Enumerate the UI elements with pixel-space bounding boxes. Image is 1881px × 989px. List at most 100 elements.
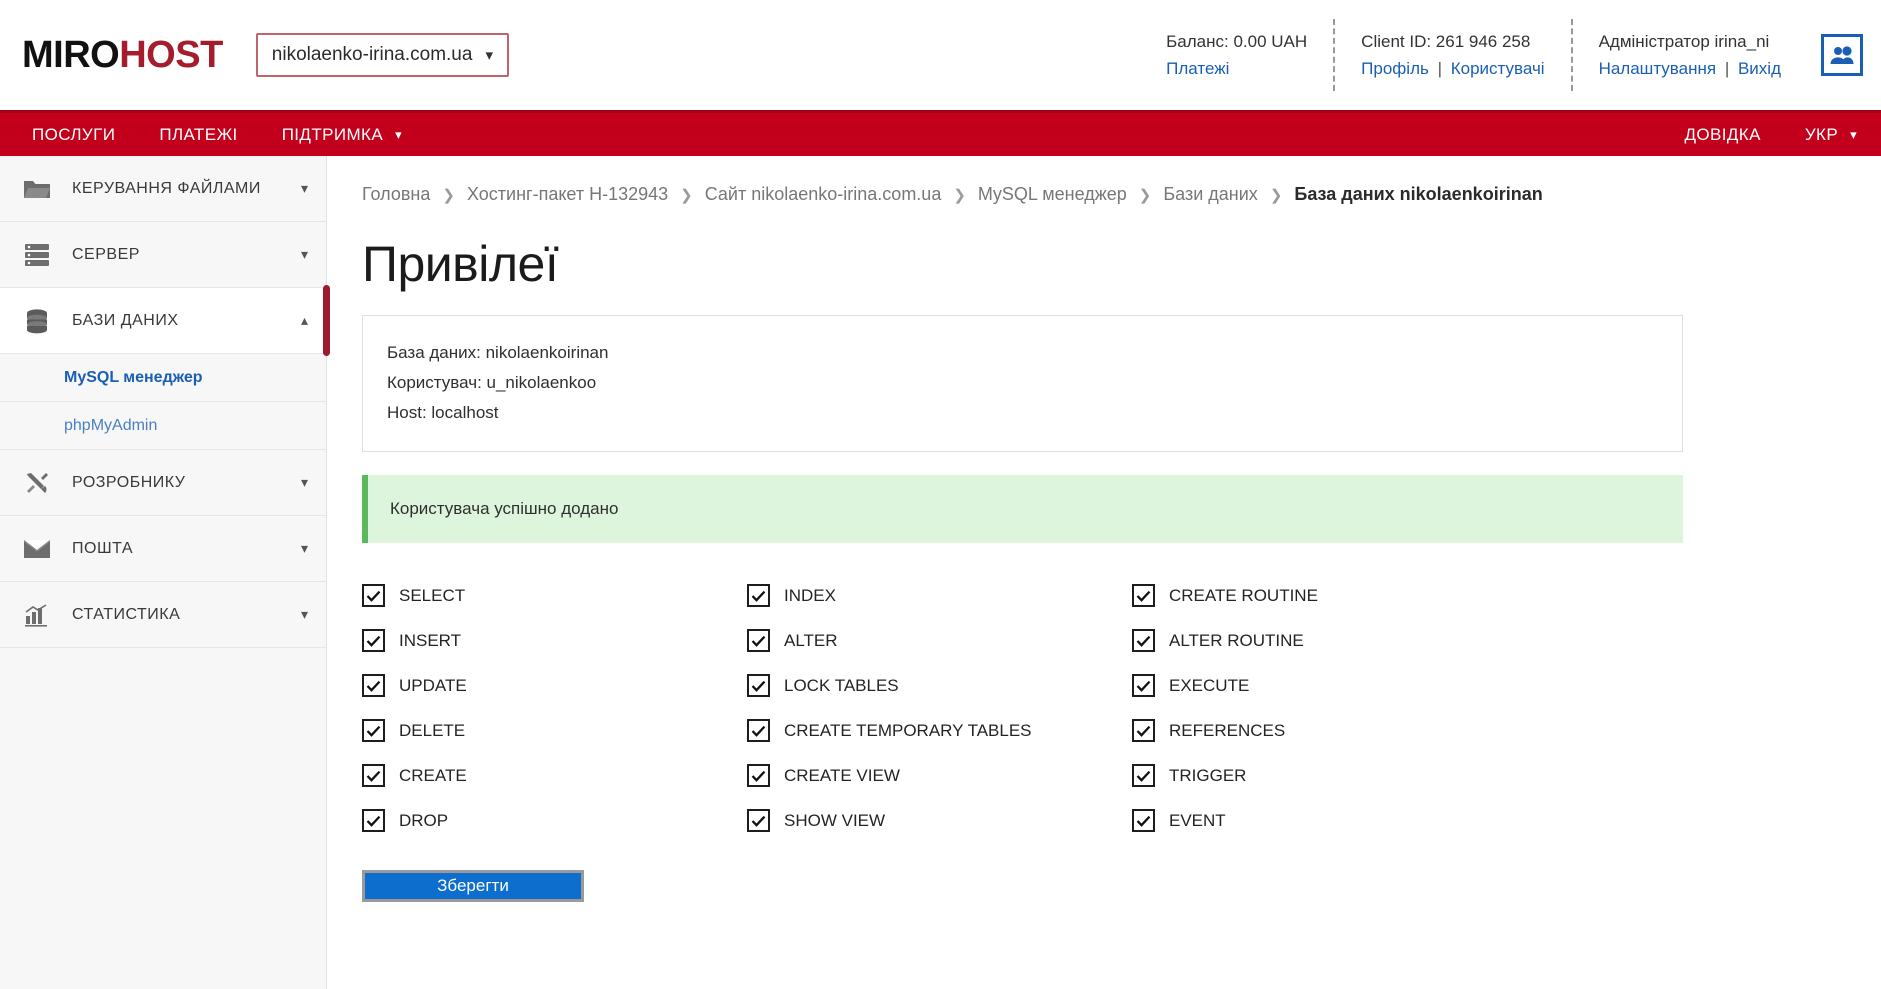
checkbox-checked-icon[interactable] [747, 629, 770, 653]
privilege-label: ALTER ROUTINE [1169, 630, 1304, 650]
nav-item-label: ДОВІДКА [1684, 124, 1761, 144]
profile-link[interactable]: Профіль [1361, 59, 1429, 78]
privilege-label: TRIGGER [1169, 765, 1247, 785]
tools-icon [22, 468, 52, 498]
domain-selector-value: nikolaenko-irina.com.ua [271, 44, 473, 65]
nav-item-services[interactable]: ПОСЛУГИ [10, 113, 137, 156]
sidebar-item-server[interactable]: СЕРВЕР ▾ [0, 222, 326, 288]
checkbox-checked-icon[interactable] [362, 584, 385, 608]
nav-item-help[interactable]: ДОВІДКА [1662, 113, 1782, 156]
checkbox-checked-icon[interactable] [362, 674, 385, 698]
chevron-down-icon: ▾ [300, 540, 308, 556]
sidebar-subitem-phpmyadmin[interactable]: phpMyAdmin [0, 402, 326, 450]
privilege-label: REFERENCES [1169, 720, 1286, 740]
checkbox-checked-icon[interactable] [1132, 764, 1155, 788]
privilege-show-view[interactable]: SHOW VIEW [747, 798, 1132, 843]
nav-item-language[interactable]: УКР ▾ [1783, 113, 1881, 156]
privilege-label: INSERT [399, 630, 462, 650]
privilege-create-view[interactable]: CREATE VIEW [747, 753, 1132, 798]
domain-selector[interactable]: nikolaenko-irina.com.ua ▾ [255, 33, 509, 77]
nav-item-support[interactable]: ПІДТРИМКА ▾ [260, 113, 424, 156]
checkbox-checked-icon[interactable] [1132, 674, 1155, 698]
privilege-lock-tables[interactable]: LOCK TABLES [747, 663, 1132, 708]
privilege-create[interactable]: CREATE [362, 753, 747, 798]
privilege-label: LOCK TABLES [784, 675, 899, 695]
checkbox-checked-icon[interactable] [747, 764, 770, 788]
nav-item-payments[interactable]: ПЛАТЕЖІ [137, 113, 259, 156]
top-header: MIROHOST nikolaenko-irina.com.ua ▾ Балан… [0, 0, 1881, 110]
privilege-trigger[interactable]: TRIGGER [1132, 753, 1517, 798]
sidebar-item-label: КЕРУВАННЯ ФАЙЛАМИ [72, 179, 261, 197]
sidebar-item-databases[interactable]: БАЗИ ДАНИХ ▴ [0, 285, 330, 356]
nav-item-label: ПОСЛУГИ [32, 124, 116, 144]
link-separator: | [1437, 58, 1442, 78]
privilege-references[interactable]: REFERENCES [1132, 708, 1517, 753]
chevron-up-icon: ▴ [300, 312, 308, 328]
privilege-update[interactable]: UPDATE [362, 663, 747, 708]
info-host: Host: localhost [387, 402, 499, 422]
checkbox-checked-icon[interactable] [747, 674, 770, 698]
privilege-create-temporary-tables[interactable]: CREATE TEMPORARY TABLES [747, 708, 1132, 753]
breadcrumb-item-site[interactable]: Сайт nikolaenko-irina.com.ua [705, 184, 942, 205]
page-title: Привілеї [362, 236, 559, 292]
privilege-label: EXECUTE [1169, 675, 1250, 695]
privilege-alter[interactable]: ALTER [747, 618, 1132, 663]
checkbox-checked-icon[interactable] [747, 584, 770, 608]
sidebar-item-mail[interactable]: ПОШТА ▾ [0, 516, 326, 582]
checkbox-checked-icon[interactable] [362, 719, 385, 743]
breadcrumb-item-hosting-package[interactable]: Хостинг-пакет H-132943 [467, 184, 668, 205]
privilege-label: SHOW VIEW [784, 810, 886, 830]
breadcrumb-item-mysql-manager[interactable]: MySQL менеджер [978, 184, 1127, 205]
header-balance-group: Баланс: 0.00 UAH Платежі [1140, 19, 1336, 91]
users-link[interactable]: Користувачі [1451, 59, 1545, 78]
checkbox-checked-icon[interactable] [747, 719, 770, 743]
checkbox-checked-icon[interactable] [362, 629, 385, 653]
privilege-drop[interactable]: DROP [362, 798, 747, 843]
privilege-event[interactable]: EVENT [1132, 798, 1517, 843]
checkbox-checked-icon[interactable] [1132, 809, 1155, 833]
sidebar-subitem-mysql-manager[interactable]: MySQL менеджер [0, 354, 326, 402]
brand-logo[interactable]: MIROHOST [22, 36, 223, 74]
brand-logo-part1: MIRO [22, 34, 120, 76]
checkbox-checked-icon[interactable] [1132, 719, 1155, 743]
settings-link[interactable]: Налаштування [1599, 59, 1717, 78]
privilege-execute[interactable]: EXECUTE [1132, 663, 1517, 708]
nav-item-label: ПІДТРИМКА [281, 124, 384, 144]
payments-link-row: Платежі [1166, 59, 1307, 79]
save-button[interactable]: Зберегти [362, 870, 584, 903]
checkbox-checked-icon[interactable] [362, 809, 385, 833]
privilege-index[interactable]: INDEX [747, 573, 1132, 618]
logout-link[interactable]: Вихід [1738, 59, 1781, 78]
balance-label: Баланс: 0.00 UAH [1166, 31, 1308, 51]
checkbox-checked-icon[interactable] [1132, 629, 1155, 653]
users-icon [1830, 46, 1854, 64]
nav-left-group: ПОСЛУГИ ПЛАТЕЖІ ПІДТРИМКА ▾ [0, 113, 424, 156]
folder-icon [22, 174, 52, 204]
privilege-create-routine[interactable]: CREATE ROUTINE [1132, 573, 1517, 618]
sidebar-item-developer[interactable]: РОЗРОБНИКУ ▾ [0, 450, 326, 516]
header-admin-group: Адміністратор irina_ni Налаштування | Ви… [1573, 19, 1807, 91]
privilege-label: DROP [399, 810, 449, 830]
database-info-box: База даних: nikolaenkoirinan Користувач:… [362, 315, 1683, 453]
admin-label: Адміністратор irina_ni [1598, 31, 1770, 51]
privilege-label: INDEX [784, 585, 836, 605]
sidebar-subitem-label: MySQL менеджер [64, 368, 203, 386]
checkbox-checked-icon[interactable] [362, 764, 385, 788]
privilege-insert[interactable]: INSERT [362, 618, 747, 663]
privilege-alter-routine[interactable]: ALTER ROUTINE [1132, 618, 1517, 663]
nav-item-label: ПЛАТЕЖІ [159, 124, 238, 144]
sidebar-active-marker [323, 285, 330, 356]
privilege-delete[interactable]: DELETE [362, 708, 747, 753]
users-switch-button[interactable] [1821, 34, 1863, 76]
chevron-down-icon: ▾ [300, 474, 308, 490]
breadcrumb-item-home[interactable]: Головна [362, 184, 430, 205]
chevron-down-icon: ▾ [300, 180, 308, 196]
privilege-select[interactable]: SELECT [362, 573, 747, 618]
sidebar-item-statistics[interactable]: СТАТИСТИКА ▾ [0, 582, 326, 648]
payments-link[interactable]: Платежі [1166, 59, 1229, 78]
checkbox-checked-icon[interactable] [1132, 584, 1155, 608]
checkbox-checked-icon[interactable] [747, 809, 770, 833]
admin-links-row: Налаштування | Вихід [1599, 59, 1781, 79]
sidebar-item-file-management[interactable]: КЕРУВАННЯ ФАЙЛАМИ ▾ [0, 156, 326, 222]
breadcrumb-item-databases[interactable]: Бази даних [1163, 184, 1257, 205]
